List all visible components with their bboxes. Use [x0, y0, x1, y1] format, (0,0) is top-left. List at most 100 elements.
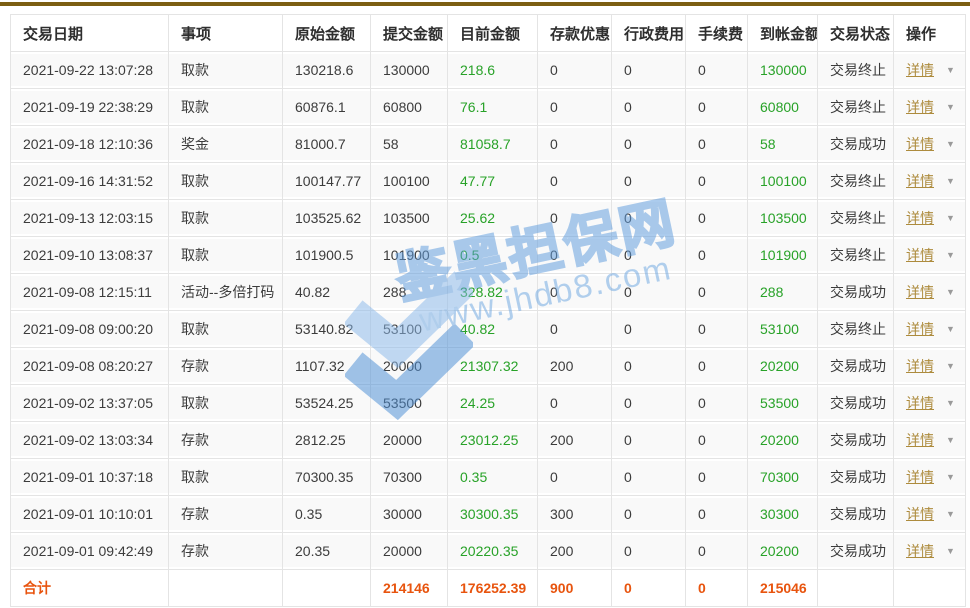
cell-0: 2021-09-16 14:31:52 — [11, 163, 169, 200]
chevron-down-icon[interactable]: ▼ — [946, 213, 955, 223]
cell-9: 交易终止 — [818, 200, 894, 237]
cell-5: 0 — [538, 311, 612, 348]
cell-6: 0 — [612, 311, 686, 348]
chevron-down-icon[interactable]: ▼ — [946, 435, 955, 445]
cell-4: 40.82 — [448, 311, 538, 348]
action-cell: 详情 ▼ — [894, 52, 966, 89]
cell-2: 53524.25 — [283, 385, 371, 422]
detail-link[interactable]: 详情 — [906, 321, 934, 337]
cell-4: 30300.35 — [448, 496, 538, 533]
chevron-down-icon[interactable]: ▼ — [946, 509, 955, 519]
detail-link[interactable]: 详情 — [906, 469, 934, 485]
cell-7: 0 — [686, 89, 748, 126]
detail-link[interactable]: 详情 — [906, 395, 934, 411]
chevron-down-icon[interactable]: ▼ — [946, 102, 955, 112]
cell-9: 交易终止 — [818, 163, 894, 200]
cell-5: 200 — [538, 348, 612, 385]
cell-7: 0 — [686, 52, 748, 89]
table-row: 2021-09-10 13:08:37取款101900.51019000.500… — [11, 237, 966, 274]
cell-8: 20200 — [748, 533, 818, 570]
detail-link[interactable]: 详情 — [906, 210, 934, 226]
cell-2: 70300.35 — [283, 459, 371, 496]
cell-1: 存款 — [169, 533, 283, 570]
cell-1: 存款 — [169, 348, 283, 385]
total-label: 合计 — [11, 570, 169, 607]
cell-6: 0 — [612, 422, 686, 459]
chevron-down-icon[interactable]: ▼ — [946, 361, 955, 371]
cell-5: 300 — [538, 496, 612, 533]
detail-link[interactable]: 详情 — [906, 506, 934, 522]
detail-link[interactable]: 详情 — [906, 99, 934, 115]
cell-3: 70300 — [371, 459, 448, 496]
cell-8: 101900 — [748, 237, 818, 274]
cell-9: 交易成功 — [818, 422, 894, 459]
total-cell-6: 0 — [612, 570, 686, 607]
detail-link[interactable]: 详情 — [906, 173, 934, 189]
cell-3: 288 — [371, 274, 448, 311]
cell-4: 23012.25 — [448, 422, 538, 459]
chevron-down-icon[interactable]: ▼ — [946, 65, 955, 75]
cell-9: 交易成功 — [818, 385, 894, 422]
total-cell-5: 900 — [538, 570, 612, 607]
cell-4: 218.6 — [448, 52, 538, 89]
table-row: 2021-09-01 10:37:18取款70300.35703000.3500… — [11, 459, 966, 496]
chevron-down-icon[interactable]: ▼ — [946, 398, 955, 408]
chevron-down-icon[interactable]: ▼ — [946, 287, 955, 297]
cell-1: 取款 — [169, 385, 283, 422]
cell-3: 20000 — [371, 533, 448, 570]
chevron-down-icon[interactable]: ▼ — [946, 250, 955, 260]
table-row: 2021-09-02 13:37:05取款53524.255350024.250… — [11, 385, 966, 422]
column-header-2: 原始金额 — [283, 15, 371, 52]
detail-link[interactable]: 详情 — [906, 136, 934, 152]
cell-6: 0 — [612, 126, 686, 163]
cell-5: 0 — [538, 459, 612, 496]
cell-9: 交易终止 — [818, 311, 894, 348]
detail-link[interactable]: 详情 — [906, 543, 934, 559]
chevron-down-icon[interactable]: ▼ — [946, 546, 955, 556]
cell-3: 130000 — [371, 52, 448, 89]
chevron-down-icon[interactable]: ▼ — [946, 472, 955, 482]
action-cell: 详情 ▼ — [894, 459, 966, 496]
cell-8: 103500 — [748, 200, 818, 237]
cell-5: 0 — [538, 385, 612, 422]
cell-2: 1107.32 — [283, 348, 371, 385]
chevron-down-icon[interactable]: ▼ — [946, 176, 955, 186]
action-cell: 详情 ▼ — [894, 422, 966, 459]
cell-8: 130000 — [748, 52, 818, 89]
cell-5: 0 — [538, 237, 612, 274]
cell-8: 53100 — [748, 311, 818, 348]
cell-3: 103500 — [371, 200, 448, 237]
column-header-9: 交易状态 — [818, 15, 894, 52]
detail-link[interactable]: 详情 — [906, 62, 934, 78]
cell-6: 0 — [612, 200, 686, 237]
chevron-down-icon[interactable]: ▼ — [946, 324, 955, 334]
detail-link[interactable]: 详情 — [906, 247, 934, 263]
detail-link[interactable]: 详情 — [906, 358, 934, 374]
cell-7: 0 — [686, 496, 748, 533]
cell-2: 53140.82 — [283, 311, 371, 348]
cell-1: 奖金 — [169, 126, 283, 163]
cell-8: 70300 — [748, 459, 818, 496]
column-header-6: 行政费用 — [612, 15, 686, 52]
table-row: 2021-09-02 13:03:34存款2812.252000023012.2… — [11, 422, 966, 459]
cell-0: 2021-09-02 13:03:34 — [11, 422, 169, 459]
table-body: 2021-09-22 13:07:28取款130218.6130000218.6… — [11, 52, 966, 607]
detail-link[interactable]: 详情 — [906, 432, 934, 448]
table-row: 2021-09-19 22:38:29取款60876.16080076.1000… — [11, 89, 966, 126]
table-row: 2021-09-22 13:07:28取款130218.6130000218.6… — [11, 52, 966, 89]
chevron-down-icon[interactable]: ▼ — [946, 139, 955, 149]
total-cell-4: 176252.39 — [448, 570, 538, 607]
cell-9: 交易终止 — [818, 237, 894, 274]
cell-2: 20.35 — [283, 533, 371, 570]
table-row: 2021-09-16 14:31:52取款100147.7710010047.7… — [11, 163, 966, 200]
cell-7: 0 — [686, 163, 748, 200]
action-cell: 详情 ▼ — [894, 200, 966, 237]
cell-9: 交易成功 — [818, 459, 894, 496]
cell-1: 取款 — [169, 311, 283, 348]
cell-1: 取款 — [169, 52, 283, 89]
cell-8: 20200 — [748, 422, 818, 459]
cell-3: 60800 — [371, 89, 448, 126]
detail-link[interactable]: 详情 — [906, 284, 934, 300]
action-cell: 详情 ▼ — [894, 348, 966, 385]
table-row: 2021-09-01 10:10:01存款0.353000030300.3530… — [11, 496, 966, 533]
